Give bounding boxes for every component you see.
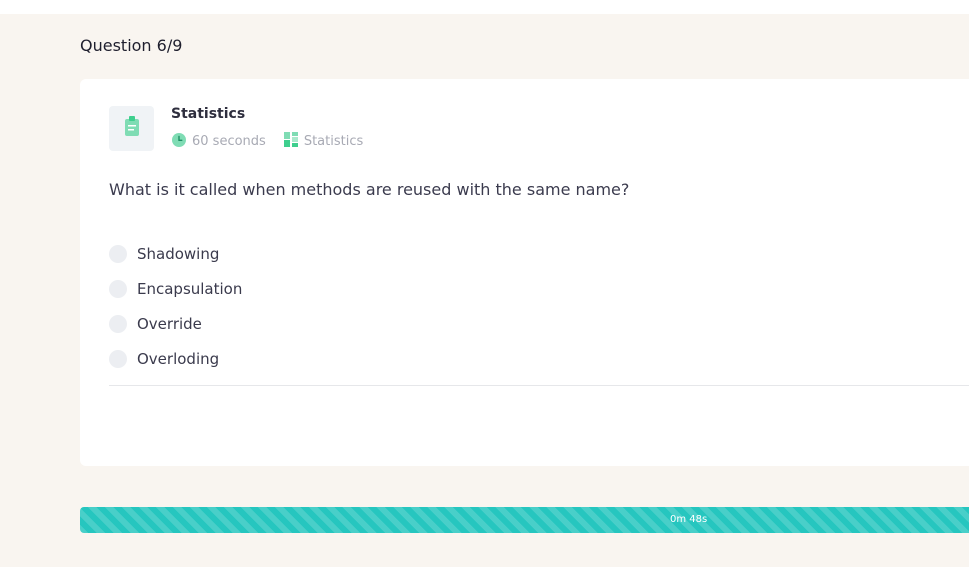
card-divider	[109, 385, 969, 386]
duration-label: 60 seconds	[192, 134, 266, 149]
category-tag-icon	[283, 132, 304, 151]
radio-button[interactable]	[109, 349, 127, 368]
answer-option[interactable]: Override	[109, 306, 242, 341]
question-card: Statistics 60 seconds Statistics What is…	[80, 79, 969, 466]
answer-options: Shadowing Encapsulation Override Overlod…	[109, 236, 242, 376]
answer-option[interactable]: Encapsulation	[109, 271, 242, 306]
option-label: Overloding	[137, 349, 220, 368]
radio-button[interactable]	[109, 279, 127, 298]
category-title: Statistics	[171, 106, 246, 122]
question-text: What is it called when methods are reuse…	[109, 180, 630, 199]
option-label: Shadowing	[137, 244, 220, 263]
answer-option[interactable]: Shadowing	[109, 236, 242, 271]
category-tag-label: Statistics	[303, 134, 364, 149]
timer-progress-bar: 0m 48s	[80, 507, 969, 533]
question-counter: Question 6/9	[80, 36, 183, 55]
clock-icon	[172, 132, 192, 151]
duration-meta: 60 seconds	[172, 132, 266, 151]
radio-button[interactable]	[109, 314, 127, 333]
answer-option[interactable]: Overloding	[109, 341, 242, 376]
radio-button[interactable]	[109, 244, 127, 263]
top-bar	[0, 0, 969, 14]
option-label: Encapsulation	[137, 279, 243, 298]
category-meta: Statistics	[283, 132, 364, 151]
option-label: Override	[137, 314, 202, 333]
category-tile	[109, 106, 154, 151]
clipboard-icon	[124, 116, 140, 141]
timer-label: 0m 48s	[670, 514, 708, 525]
question-meta: 60 seconds Statistics	[172, 132, 363, 151]
